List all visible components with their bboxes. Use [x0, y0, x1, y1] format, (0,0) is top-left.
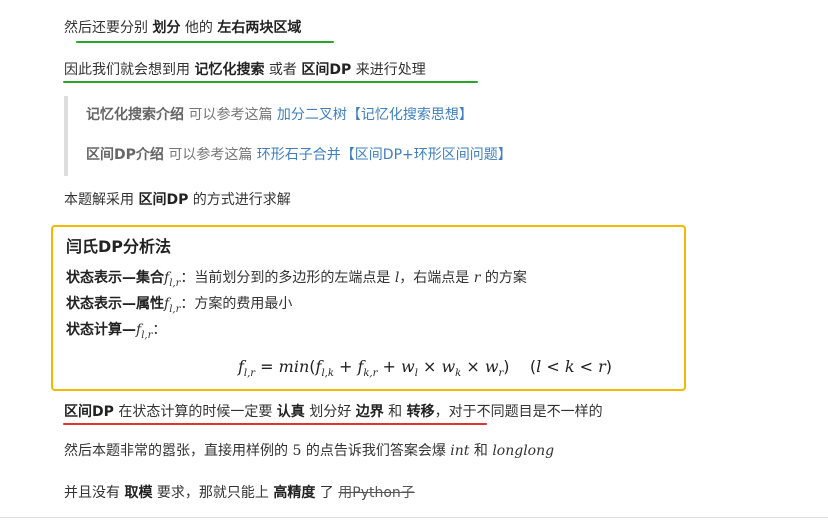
bold-term: 状态计算— — [66, 322, 136, 338]
article-link[interactable]: 环形石子合并【区间DP+环形区间问题】 — [257, 147, 512, 163]
text: 因此我们就会想到用 — [64, 62, 195, 78]
para-line-1: 然后还要分别 划分 他的 左右两块区域 — [64, 18, 301, 38]
divider — [0, 517, 828, 518]
para-line-3: 本题解采用 区间DP 的方式进行求解 — [64, 190, 291, 210]
quote-line-1: 记忆化搜索介绍 可以参考这篇 加分二叉树【记忆化搜索思想】 — [86, 104, 473, 124]
math-f: fl,r — [136, 322, 153, 341]
text: 可以参考这篇 — [163, 147, 257, 163]
math-f: fl,r — [164, 270, 181, 289]
text: 或者 — [264, 62, 302, 78]
text: 了 — [315, 485, 339, 501]
quote-line-2: 区间DP介绍 可以参考这篇 环形石子合并【区间DP+环形区间问题】 — [86, 144, 512, 164]
text: ： — [152, 322, 167, 338]
math-var: int — [450, 443, 470, 459]
text: 的方式进行求解 — [188, 192, 291, 208]
math-var: longlong — [492, 443, 555, 459]
text: 要求，那就只能上 — [152, 485, 274, 501]
bold-term: 左右两块区域 — [217, 20, 302, 36]
bold-term: 边界 — [355, 404, 384, 420]
text: 然后还要分别 — [64, 20, 153, 36]
box-line-1: 状态表示—集合fl,r：当前划分到的多边形的左端点是 l，右端点是 r 的方案 — [66, 267, 527, 289]
text: 和 — [469, 443, 493, 459]
dp-analysis-box: 闫氏DP分析法 状态表示—集合fl,r：当前划分到的多边形的左端点是 l，右端点… — [51, 225, 686, 391]
red-underline — [63, 423, 487, 425]
box-title: 闫氏DP分析法 — [66, 237, 172, 256]
bold-term: 认真 — [276, 404, 305, 420]
bold-term: 记忆化搜索介绍 — [86, 107, 184, 123]
text: 的方案 — [480, 270, 527, 286]
para-line-4: 区间DP 在状态计算的时候一定要 认真 划分好 边界 和 转移，对于不同题目是不… — [64, 402, 603, 422]
text: 划分好 — [304, 404, 356, 420]
text: 和 — [383, 404, 407, 420]
text: ：方案的费用最小 — [180, 296, 293, 312]
bold-term: 区间DP介绍 — [86, 147, 164, 163]
text: 然后本题非常的嚣张，直接用样例的 — [64, 443, 293, 459]
bold-term: 状态表示—属性 — [66, 296, 164, 312]
box-line-2: 状态表示—属性fl,r：方案的费用最小 — [66, 293, 292, 315]
dp-formula: fl,r = min(fl,k + fk,r + wl × wk × wr) (… — [238, 357, 613, 380]
bold-term: 状态表示—集合 — [66, 270, 164, 286]
article-link[interactable]: 加分二叉树【记忆化搜索思想】 — [277, 107, 473, 123]
text: ，对于不同题目是不一样的 — [434, 404, 603, 420]
para-line-2: 因此我们就会想到用 记忆化搜索 或者 区间DP 来进行处理 — [64, 60, 426, 80]
bold-term: 转移 — [406, 404, 435, 420]
bold-term: 区间DP — [301, 62, 352, 78]
text: 来进行处理 — [351, 62, 426, 78]
bold-term: 划分 — [152, 20, 181, 36]
text: 的点告诉我们答案会爆 — [301, 443, 451, 459]
bold-term: 区间DP — [64, 404, 114, 420]
text: 在状态计算的时候一定要 — [113, 404, 277, 420]
box-line-3: 状态计算—fl,r： — [66, 319, 166, 341]
text: 本题解采用 — [64, 192, 139, 208]
para-line-6: 并且没有 取模 要求，那就只能上 高精度 了 用Python子 — [64, 483, 415, 503]
bold-term: 高精度 — [273, 485, 316, 501]
text: 并且没有 — [64, 485, 125, 501]
bold-term: 记忆化搜索 — [194, 62, 265, 78]
strikethrough-text: 用Python子 — [338, 485, 415, 501]
bold-term: 区间DP — [138, 192, 189, 208]
text: 可以参考这篇 — [184, 107, 277, 123]
math-f: fl,r — [164, 296, 181, 315]
text: ，右端点是 — [399, 270, 474, 286]
green-underline — [63, 81, 478, 83]
text: ：当前划分到的多边形的左端点是 — [180, 270, 395, 286]
para-line-5: 然后本题非常的嚣张，直接用样例的 5 的点告诉我们答案会爆 int 和 long… — [64, 441, 554, 461]
blockquote: 记忆化搜索介绍 可以参考这篇 加分二叉树【记忆化搜索思想】 区间DP介绍 可以参… — [64, 96, 628, 176]
text: 他的 — [180, 20, 218, 36]
green-underline — [76, 41, 334, 43]
bold-term: 取模 — [124, 485, 153, 501]
